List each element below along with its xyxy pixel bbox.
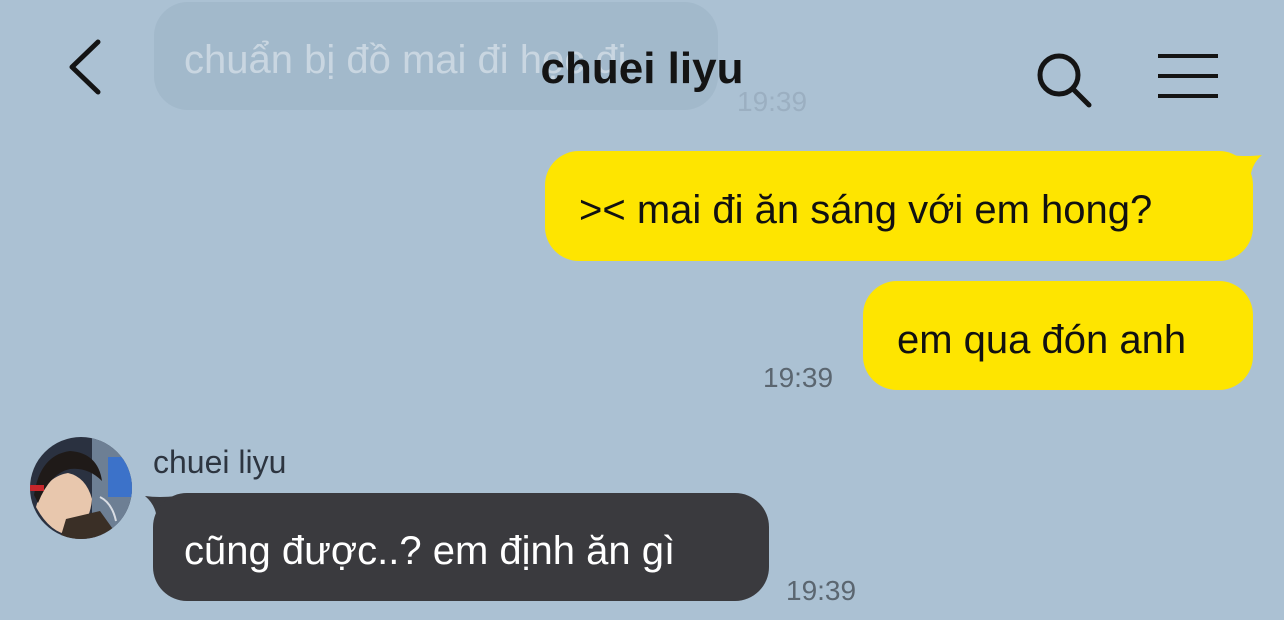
outgoing-message-bubble[interactable]: >< mai đi ăn sáng với em hong? — [545, 151, 1253, 261]
message-text: >< mai đi ăn sáng với em hong? — [579, 188, 1153, 232]
message-text: cũng được..? em định ăn gì — [184, 529, 676, 573]
search-button[interactable] — [1032, 50, 1096, 110]
avatar-photo — [30, 437, 132, 539]
menu-button[interactable] — [1152, 50, 1224, 104]
message-time: 19:39 — [786, 575, 857, 606]
outgoing-message-bubble[interactable]: em qua đón anh — [863, 281, 1253, 390]
sender-name: chuei liyu — [153, 444, 287, 480]
menu-icon — [1158, 54, 1218, 98]
message-text: em qua đón anh — [897, 318, 1187, 362]
incoming-message-bubble[interactable]: cũng được..? em định ăn gì — [153, 493, 769, 601]
message-time: 19:39 — [763, 362, 834, 393]
search-icon — [1037, 53, 1092, 108]
avatar[interactable] — [30, 437, 132, 539]
